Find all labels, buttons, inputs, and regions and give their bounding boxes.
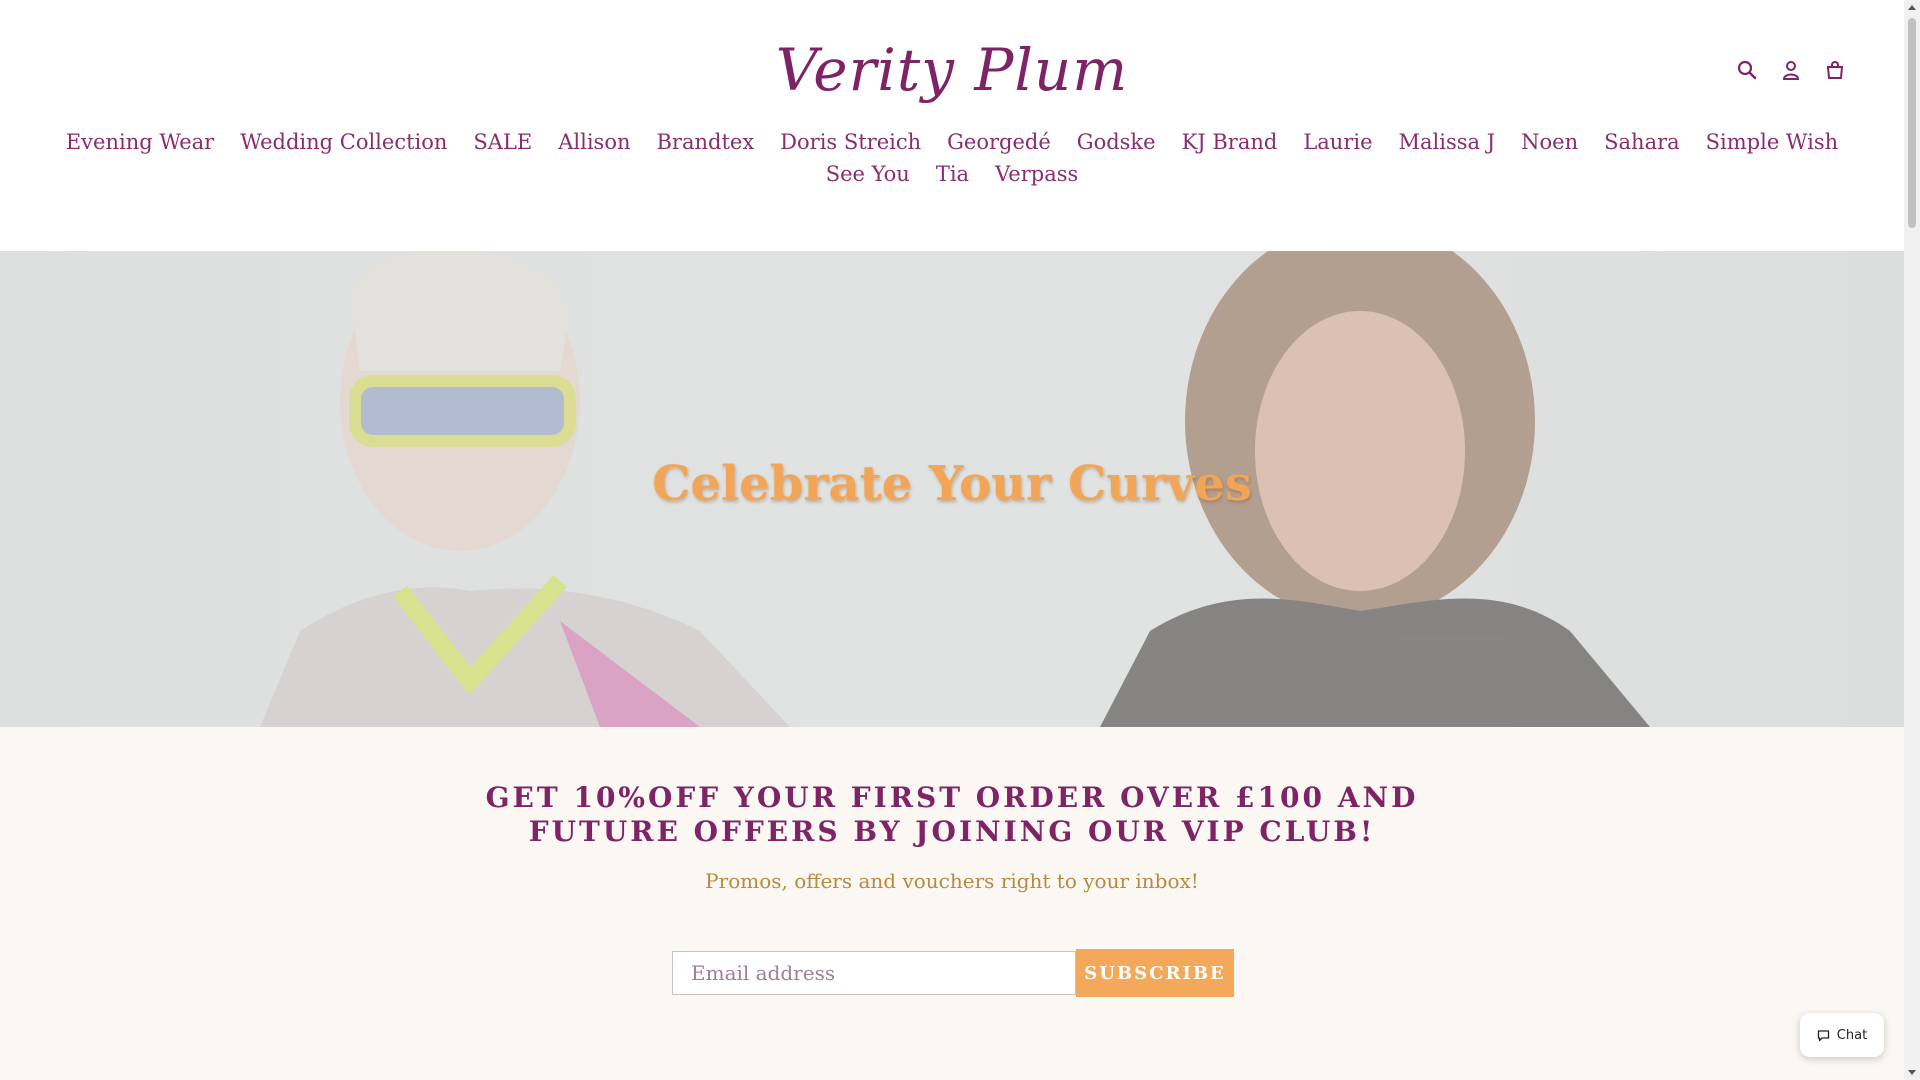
newsletter-form: SUBSCRIBE (672, 949, 1234, 997)
scroll-down-arrow-icon[interactable] (1908, 1070, 1916, 1075)
hero-banner[interactable]: Celebrate Your Curves (0, 251, 1904, 727)
nav-item-noen[interactable]: Noen (1521, 130, 1578, 154)
nav-item-brandtex[interactable]: Brandtex (657, 130, 755, 154)
newsletter-section: GET 10%OFF YOUR FIRST ORDER OVER £100 AN… (0, 727, 1904, 1080)
search-icon[interactable] (1736, 58, 1758, 82)
newsletter-heading: GET 10%OFF YOUR FIRST ORDER OVER £100 AN… (485, 781, 1419, 848)
nav-item-simple-wish[interactable]: Simple Wish (1706, 130, 1839, 154)
header-icons (1736, 58, 1846, 82)
nav-item-allison[interactable]: Allison (558, 130, 630, 154)
nav-item-sahara[interactable]: Sahara (1604, 130, 1680, 154)
scroll-up-arrow-icon[interactable] (1908, 5, 1916, 10)
nav-item-wedding-collection[interactable]: Wedding Collection (240, 130, 447, 154)
nav-item-tia[interactable]: Tia (936, 162, 969, 186)
nav-item-godske[interactable]: Godske (1077, 130, 1156, 154)
newsletter-subheading: Promos, offers and vouchers right to you… (705, 869, 1199, 893)
nav-item-georgede[interactable]: Georgedé (947, 130, 1051, 154)
nav-item-kj-brand[interactable]: KJ Brand (1182, 130, 1278, 154)
cart-icon[interactable] (1824, 58, 1846, 82)
nav-item-malissa-j[interactable]: Malissa J (1399, 130, 1496, 154)
email-input[interactable] (672, 951, 1076, 995)
nav-item-see-you[interactable]: See You (826, 162, 910, 186)
nav-item-sale[interactable]: SALE (473, 130, 532, 154)
chat-bubble-icon (1817, 1029, 1829, 1041)
subscribe-button[interactable]: SUBSCRIBE (1076, 949, 1234, 997)
nav-item-evening-wear[interactable]: Evening Wear (66, 130, 214, 154)
scrollbar-thumb[interactable] (1908, 18, 1916, 228)
chat-label: Chat (1836, 1027, 1868, 1043)
nav-item-doris-streich[interactable]: Doris Streich (780, 130, 921, 154)
nav-item-laurie[interactable]: Laurie (1303, 130, 1372, 154)
chat-button[interactable]: Chat (1800, 1013, 1884, 1057)
nav-item-verpass[interactable]: Verpass (995, 162, 1078, 186)
account-icon[interactable] (1780, 58, 1802, 82)
page-scrollbar[interactable] (1904, 0, 1920, 1080)
main-nav: Evening Wear Wedding Collection SALE All… (40, 130, 1864, 186)
hero-title: Celebrate Your Curves (652, 456, 1252, 512)
site-header: Verity Plum Evening Wear Wedding Collect… (0, 0, 1904, 251)
brand-logo[interactable]: Verity Plum (0, 36, 1904, 104)
